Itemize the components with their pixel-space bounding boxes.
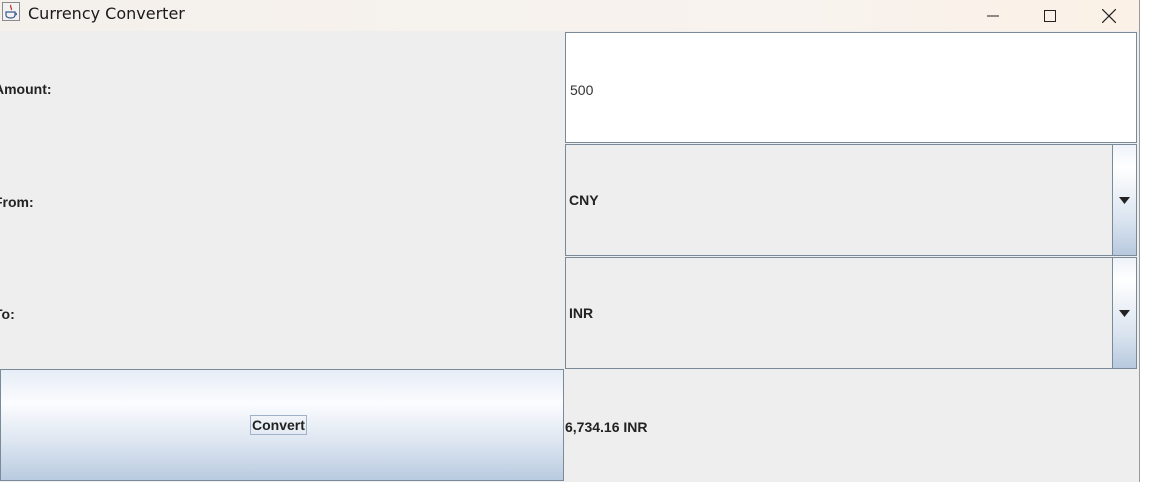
amount-input[interactable] [568, 78, 1112, 102]
from-currency-select[interactable]: CNY [565, 144, 1137, 256]
amount-label: Amount: [0, 81, 52, 97]
minimize-button[interactable] [964, 0, 1022, 31]
to-dropdown-button[interactable] [1112, 258, 1136, 368]
close-icon [1102, 8, 1116, 23]
maximize-button[interactable] [1021, 0, 1079, 31]
close-button[interactable] [1080, 0, 1138, 31]
triangle-down-icon [1119, 310, 1130, 317]
to-currency-select[interactable]: INR [565, 257, 1137, 369]
from-label: From: [0, 194, 34, 210]
convert-button[interactable]: Convert [0, 369, 564, 481]
to-currency-value: INR [569, 305, 594, 321]
title-bar: Currency Converter [0, 0, 1139, 31]
java-cup-icon[interactable] [2, 2, 20, 21]
conversion-result: 6,734.16 INR [565, 419, 648, 435]
from-dropdown-button[interactable] [1112, 145, 1136, 255]
from-currency-value: CNY [569, 192, 599, 208]
window-title: Currency Converter [28, 4, 185, 23]
amount-field[interactable] [565, 32, 1137, 143]
convert-button-label: Convert [250, 415, 307, 435]
maximize-icon [1044, 9, 1056, 22]
to-label: To: [0, 306, 15, 322]
converter-window: Currency Converter Amount: From: CNY [0, 0, 1140, 482]
minimize-icon [987, 15, 999, 16]
triangle-down-icon [1119, 197, 1130, 204]
